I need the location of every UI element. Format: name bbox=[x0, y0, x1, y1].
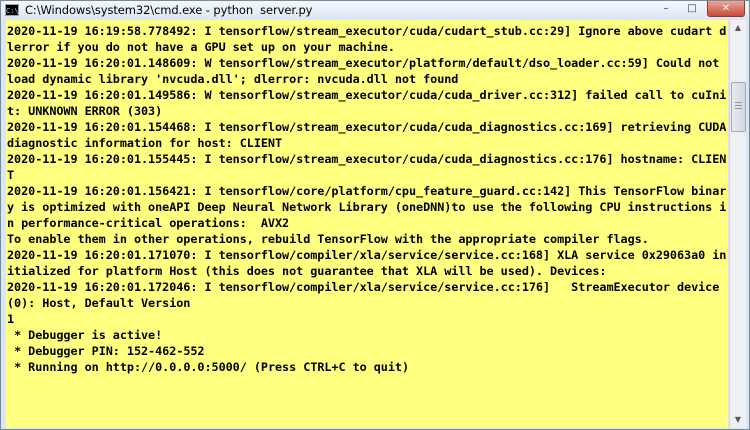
log-line: 2020-11-19 16:19:58.778492: I tensorflow… bbox=[7, 24, 727, 54]
log-line: 2020-11-19 16:20:01.148609: W tensorflow… bbox=[7, 56, 727, 86]
log-line: 2020-11-19 16:20:01.154468: I tensorflow… bbox=[7, 120, 727, 150]
cmd-app-icon[interactable]: C:\ bbox=[5, 4, 19, 16]
log-line: 1 bbox=[7, 312, 15, 326]
log-line: To enable them in other operations, rebu… bbox=[7, 232, 649, 246]
scroll-thumb[interactable] bbox=[731, 82, 746, 132]
log-line: * Running on http://0.0.0.0:5000/ (Press… bbox=[7, 360, 409, 374]
cmd-window: C:\ C:\Windows\system32\cmd.exe - python… bbox=[0, 0, 750, 430]
minimize-button[interactable]: – bbox=[655, 1, 677, 16]
window-title: C:\Windows\system32\cmd.exe - python ser… bbox=[25, 3, 313, 17]
console-text: 2020-11-19 16:19:58.778492: I tensorflow… bbox=[6, 20, 728, 375]
maximize-button[interactable]: □ bbox=[681, 1, 703, 16]
scroll-up-arrow-icon[interactable]: ▲ bbox=[730, 20, 746, 36]
vertical-scrollbar[interactable]: ▲ ▼ bbox=[729, 20, 746, 428]
scroll-down-arrow-icon[interactable]: ▼ bbox=[730, 412, 746, 428]
grip-line bbox=[735, 105, 742, 106]
log-line: * Debugger PIN: 152-462-552 bbox=[7, 344, 205, 358]
grip-line bbox=[735, 102, 742, 103]
log-line: 2020-11-19 16:20:01.149586: W tensorflow… bbox=[7, 88, 727, 118]
console-output[interactable]: 2020-11-19 16:19:58.778492: I tensorflow… bbox=[6, 20, 728, 428]
log-line: 2020-11-19 16:20:01.172046: I tensorflow… bbox=[7, 280, 727, 310]
log-line: 2020-11-19 16:20:01.156421: I tensorflow… bbox=[7, 184, 727, 230]
window-controls: – □ ✕ bbox=[651, 1, 745, 17]
log-line: 2020-11-19 16:20:01.155445: I tensorflow… bbox=[7, 152, 727, 182]
title-bar[interactable]: C:\ C:\Windows\system32\cmd.exe - python… bbox=[1, 1, 749, 19]
log-line: * Debugger is active! bbox=[7, 328, 163, 342]
close-button[interactable]: ✕ bbox=[707, 1, 745, 17]
log-line: 2020-11-19 16:20:01.171070: I tensorflow… bbox=[7, 248, 727, 278]
grip-line bbox=[735, 108, 742, 109]
